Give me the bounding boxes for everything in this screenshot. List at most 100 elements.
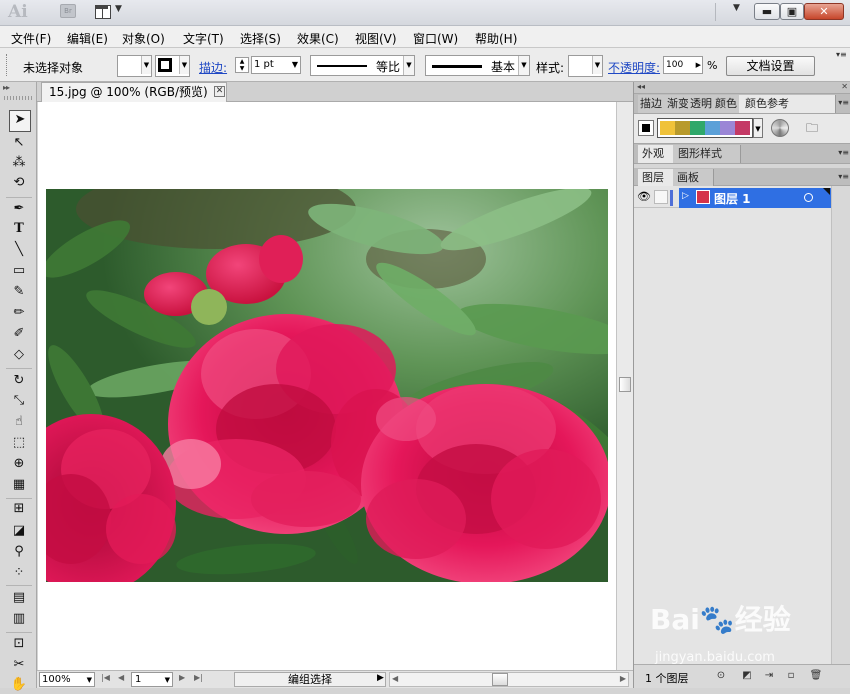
direct-selection-tool-icon[interactable]: ↖ <box>9 134 29 152</box>
type-tool-icon[interactable]: T <box>9 220 29 238</box>
stroke-panel-link[interactable]: 描边: <box>199 59 227 76</box>
menu-edit[interactable]: 编辑(E) <box>67 30 108 47</box>
harmony-rules-dropdown[interactable]: ▼ <box>753 118 763 138</box>
magic-wand-tool-icon[interactable]: ⁂ <box>9 154 29 172</box>
blend-tool-icon[interactable]: ⁘ <box>9 564 29 582</box>
new-layer-icon[interactable]: ▫ <box>784 669 798 683</box>
gradient-tool-icon[interactable]: ◪ <box>9 522 29 540</box>
free-transform-tool-icon[interactable]: ⬚ <box>9 434 29 452</box>
horizontal-scrollbar[interactable]: ◀ ▶ <box>389 672 629 687</box>
panel-menu-icon[interactable]: ▾≡ <box>838 98 849 107</box>
minimize-button[interactable]: ▬ <box>754 3 780 20</box>
eyedropper-tool-icon[interactable]: ⚲ <box>9 543 29 561</box>
menu-object[interactable]: 对象(O) <box>122 30 165 47</box>
layer-row[interactable]: 👁 ▷ 图层 1 <box>634 188 831 208</box>
artboard-tool-icon[interactable]: ⊡ <box>9 635 29 653</box>
tab-artboards[interactable]: 画板 <box>673 169 714 187</box>
harmony-swatch[interactable] <box>660 121 675 135</box>
edit-colors-icon[interactable] <box>771 119 789 137</box>
eraser-tool-icon[interactable]: ◇ <box>9 346 29 364</box>
slice-tool-icon[interactable]: ✂ <box>9 656 29 674</box>
tab-graphic-styles[interactable]: 图形样式 <box>673 145 741 163</box>
harmony-swatch[interactable] <box>675 121 690 135</box>
shape-builder-tool-icon[interactable]: ⊕ <box>9 455 29 473</box>
workspace-switcher[interactable]: ▼ <box>733 3 740 13</box>
rotate-tool-icon[interactable]: ↻ <box>9 372 29 390</box>
bridge-button[interactable]: Br <box>60 4 76 18</box>
panel-grip[interactable] <box>6 54 10 76</box>
column-graph-tool-icon[interactable]: ▥ <box>9 610 29 628</box>
harmony-swatch[interactable] <box>690 121 705 135</box>
make-clipping-mask-icon[interactable]: ◩ <box>740 669 754 683</box>
horizontal-scroll-thumb[interactable] <box>492 673 508 686</box>
close-icon[interactable]: ✕ <box>214 86 225 97</box>
variable-width-profile-dropdown[interactable]: 等比 ▼ <box>310 55 415 76</box>
hand-tool-icon[interactable]: ✋ <box>9 676 29 694</box>
collapse-panel-icon[interactable]: ◂◂ <box>637 82 645 91</box>
document-tab[interactable]: 15.jpg @ 100% (RGB/预览) ✕ <box>41 82 227 102</box>
arrange-documents-button[interactable]: ▼ <box>95 4 131 20</box>
panel-grip[interactable] <box>4 96 32 100</box>
panel-menu-icon[interactable]: ▾≡ <box>836 50 847 59</box>
pencil-tool-icon[interactable]: ✏ <box>9 304 29 322</box>
vertical-scroll-thumb[interactable] <box>619 377 631 392</box>
menu-window[interactable]: 窗口(W) <box>413 30 458 47</box>
target-circle-icon[interactable] <box>804 193 813 202</box>
harmony-swatch[interactable] <box>705 121 720 135</box>
delete-layer-icon[interactable]: 🗑 <box>809 669 823 683</box>
close-button[interactable]: ✕ <box>804 3 844 20</box>
menu-file[interactable]: 文件(F) <box>11 30 51 47</box>
line-tool-icon[interactable]: ╲ <box>9 241 29 259</box>
harmony-swatch[interactable] <box>735 121 750 135</box>
graphic-style-dropdown[interactable]: ▼ <box>568 55 603 77</box>
menu-view[interactable]: 视图(V) <box>355 30 397 47</box>
scale-tool-icon[interactable]: ⤡ <box>9 392 29 410</box>
locate-object-icon[interactable]: ⊙ <box>714 669 728 683</box>
perspective-grid-tool-icon[interactable]: ▦ <box>9 476 29 494</box>
next-artboard-icon[interactable]: ▶ <box>179 673 185 682</box>
stroke-weight-field[interactable]: 1 pt ▼ <box>251 56 301 74</box>
lasso-tool-icon[interactable]: ⟲ <box>9 174 29 192</box>
zoom-dropdown[interactable]: 100% ▼ <box>39 672 95 687</box>
eye-icon[interactable]: 👁 <box>637 190 651 204</box>
placed-image[interactable] <box>46 189 608 582</box>
menu-help[interactable]: 帮助(H) <box>475 30 517 47</box>
harmony-swatch[interactable] <box>720 121 735 135</box>
stroke-color-dropdown[interactable]: ▼ <box>155 55 190 77</box>
previous-artboard-icon[interactable]: ◀ <box>118 673 124 682</box>
blob-brush-tool-icon[interactable]: ✐ <box>9 325 29 343</box>
collapse-panel-icon[interactable]: ▸▸ <box>3 83 10 92</box>
rectangle-tool-icon[interactable]: ▭ <box>9 262 29 280</box>
scroll-left-icon[interactable]: ◀ <box>392 674 398 683</box>
paintbrush-tool-icon[interactable]: ✎ <box>9 283 29 301</box>
fill-color-dropdown[interactable]: ▼ <box>117 55 152 77</box>
status-menu-arrow-icon[interactable]: ▶ <box>377 673 384 683</box>
harmony-rules-strip[interactable] <box>657 118 753 138</box>
stroke-weight-stepper[interactable]: ▲ ▼ <box>235 57 249 73</box>
panel-menu-icon[interactable]: ▾≡ <box>838 148 849 157</box>
document-setup-button[interactable]: 文档设置 <box>726 56 815 76</box>
selection-indicator[interactable] <box>823 188 830 195</box>
vertical-scrollbar[interactable] <box>616 102 633 670</box>
expand-arrow-icon[interactable]: ▷ <box>682 191 689 201</box>
lock-toggle[interactable] <box>654 190 668 204</box>
status-display[interactable]: 编组选择 <box>234 672 386 687</box>
opacity-panel-link[interactable]: 不透明度: <box>608 59 660 76</box>
menu-select[interactable]: 选择(S) <box>240 30 281 47</box>
tab-color-guide[interactable]: 颜色参考 <box>739 95 836 113</box>
last-artboard-icon[interactable]: ▶| <box>194 673 203 682</box>
first-artboard-icon[interactable]: |◀ <box>101 673 110 682</box>
brush-definition-dropdown[interactable]: 基本 ▼ <box>425 55 530 76</box>
panel-menu-icon[interactable]: ▾≡ <box>838 172 849 181</box>
scroll-right-icon[interactable]: ▶ <box>620 674 626 683</box>
opacity-field[interactable]: 100 ▶ <box>663 56 703 74</box>
pen-tool-icon[interactable]: ✒ <box>9 200 29 218</box>
menu-effect[interactable]: 效果(C) <box>297 30 339 47</box>
mesh-tool-icon[interactable]: ⊞ <box>9 500 29 518</box>
layer-highlight[interactable]: ▷ 图层 1 <box>679 188 831 208</box>
artboard-number-dropdown[interactable]: 1 ▼ <box>131 672 173 687</box>
maximize-button[interactable]: ▣ <box>780 3 804 20</box>
close-panel-icon[interactable]: ✕ <box>841 82 848 91</box>
symbol-sprayer-tool-icon[interactable]: ▤ <box>9 589 29 607</box>
save-color-group-icon[interactable]: 🗀 <box>806 119 824 135</box>
